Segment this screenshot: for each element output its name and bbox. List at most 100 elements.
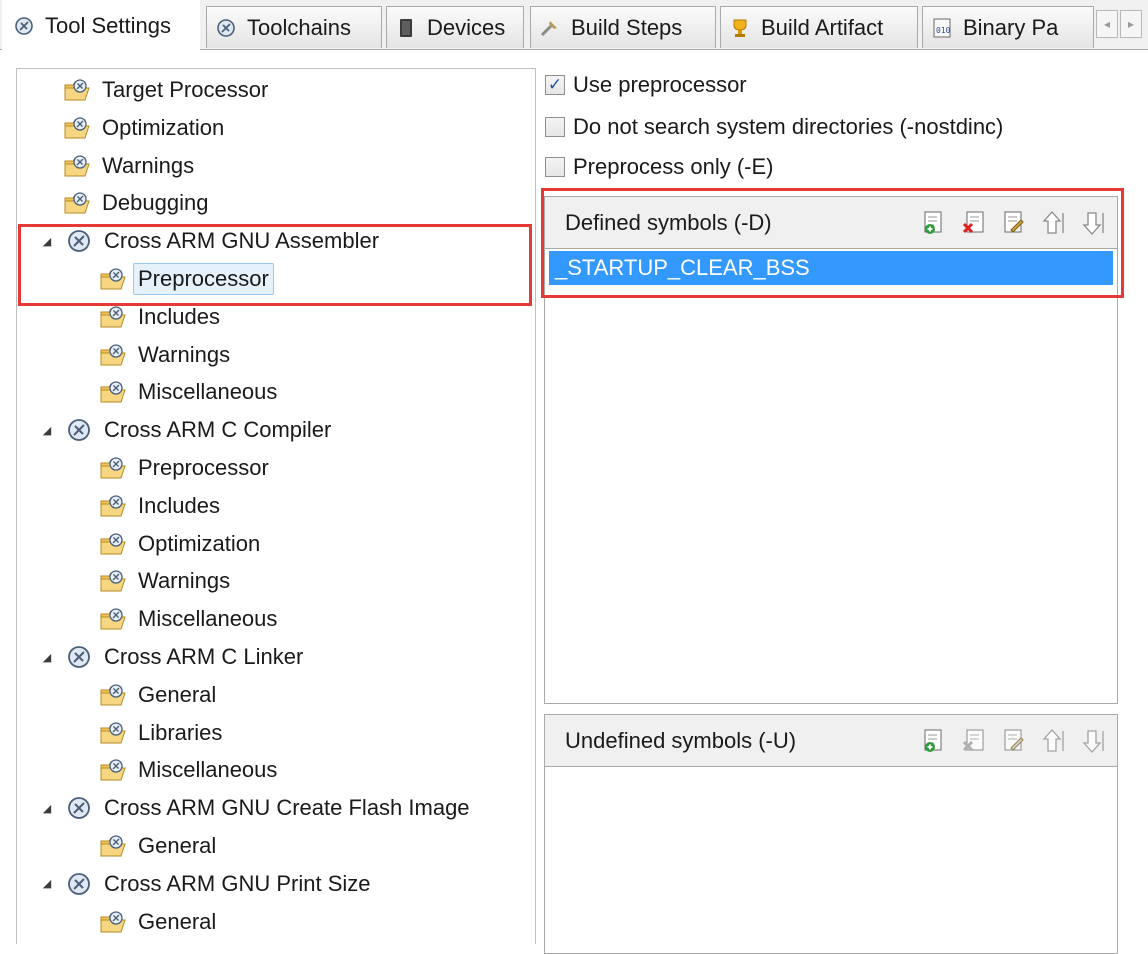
tree-node-category[interactable]: Libraries [99,716,227,750]
tab-label: Build Steps [571,14,683,40]
defined-symbols-panel: Defined symbols (-D) _STARTUP_CLEAR_BSS [544,196,1118,704]
svg-text:010: 010 [936,26,951,35]
tree-node-tool[interactable]: ◢ Cross ARM GNU Assembler [41,224,384,258]
folder-tool-icon [99,492,127,520]
move-up-button[interactable] [1041,727,1067,755]
move-down-button[interactable] [1081,727,1107,755]
checkbox-checked[interactable]: ✓ [545,75,565,95]
option-checkbox-row[interactable]: Preprocess only (-E) [545,152,774,182]
tab-build-steps[interactable]: Build Steps [530,6,716,48]
tree-node-tool[interactable]: ◢ Cross ARM GNU Create Flash Image [41,791,475,825]
tool-gear-icon [65,227,93,255]
toolchains-icon [215,17,237,39]
expand-toggle-icon[interactable]: ◢ [41,651,53,664]
tree-node-tool[interactable]: ◢ Cross ARM C Linker [41,640,308,674]
add-button[interactable] [921,209,947,237]
tree-node-label: Includes [138,303,220,329]
tree-node-category[interactable]: Includes [99,489,225,523]
tree-node-category[interactable]: Warnings [63,149,199,183]
edit-icon [1001,727,1027,755]
edit-button[interactable] [1001,727,1027,755]
option-checkbox-row[interactable]: Do not search system directories (-nostd… [545,112,1003,142]
edit-button[interactable] [1001,209,1027,237]
build-artifact-icon [729,17,751,39]
binary-parsers-icon: 010 [931,17,953,39]
tree-node-category[interactable]: Debugging [63,186,213,220]
tree-node-label: Cross ARM C Linker [104,644,304,669]
tree-node-category[interactable]: Optimization [63,111,229,145]
move-down-button[interactable] [1081,209,1107,237]
tree-node-label: Debugging [102,190,209,216]
list-item[interactable]: _STARTUP_CLEAR_BSS [549,251,1113,285]
folder-tool-icon [63,152,91,180]
delete-button[interactable] [961,209,987,237]
tab-label: Binary Pa [963,14,1059,40]
folder-tool-icon [63,189,91,217]
expand-toggle-icon[interactable]: ◢ [41,802,53,815]
tree-node-category[interactable]: General [99,829,221,863]
tree-node-category[interactable]: Preprocessor [99,451,274,485]
expand-toggle-icon[interactable]: ◢ [41,877,53,890]
tool-settings-icon [13,15,35,37]
move-down-icon [1081,209,1107,237]
tree-node-label: Cross ARM C Compiler [104,417,332,443]
tree-node-category[interactable]: General [99,905,221,939]
tool-gear-icon [65,794,93,822]
tree-node-category[interactable]: General [99,678,221,712]
tree-node-category[interactable]: Optimization [99,527,265,561]
folder-tool-icon [99,756,127,784]
tree-node-label: Miscellaneous [138,606,278,632]
add-button[interactable] [921,727,947,755]
delete-button[interactable] [961,727,987,755]
tab-toolchains[interactable]: Toolchains [206,6,382,48]
folder-tool-icon [99,832,127,860]
tree-node-label: Optimization [102,114,225,140]
tab-scroll-left-button[interactable]: ◂ [1096,10,1118,38]
defined-symbols-title: Defined symbols (-D) [565,209,772,235]
tree-node-category[interactable]: Miscellaneous [99,375,282,409]
delete-icon [961,727,987,755]
tree-node-tool[interactable]: ◢ Cross ARM GNU Print Size [41,867,376,901]
folder-tool-icon [99,341,127,369]
folder-tool-icon [99,530,127,558]
tab-build-artifact[interactable]: Build Artifact [720,6,918,48]
tree-node-label: Includes [138,492,220,518]
option-label: Preprocess only (-E) [573,154,774,179]
tree-node-tool[interactable]: ◢ Cross ARM C Compiler [41,413,336,447]
folder-tool-icon [99,681,127,709]
tool-gear-icon [65,416,93,444]
tab-devices[interactable]: Devices [386,6,524,48]
delete-icon [961,209,987,237]
undefined-symbols-header: Undefined symbols (-U) [545,715,1117,767]
move-up-icon [1041,727,1067,755]
edit-icon [1001,209,1027,237]
tab-binary-pa[interactable]: 010 Binary Pa [922,6,1094,48]
expand-toggle-icon[interactable]: ◢ [41,424,53,437]
tree-node-label: General [138,833,217,858]
move-up-button[interactable] [1041,209,1067,237]
folder-tool-icon [63,114,91,142]
checkbox-unchecked[interactable] [545,117,565,137]
checkbox-unchecked[interactable] [545,157,565,177]
move-down-icon [1081,727,1107,755]
tree-node-category[interactable]: Miscellaneous [99,753,282,787]
tree-node-category[interactable]: Warnings [99,338,235,372]
tree-node-category[interactable]: Includes [99,300,225,334]
tab-label: Toolchains [247,14,351,40]
tree-node-label: Cross ARM GNU Assembler [104,228,380,254]
tool-gear-icon [65,870,93,898]
expand-toggle-icon[interactable]: ◢ [41,235,53,248]
tab-label: Devices [427,14,506,40]
tree-node-label: Target Processor [102,77,269,102]
tab-tool-settings[interactable]: Tool Settings [2,0,200,50]
tree-node-category[interactable]: Warnings [99,564,235,598]
option-label: Do not search system directories (-nostd… [573,114,1004,139]
tree-node-category[interactable]: Preprocessor [99,262,274,296]
tree-node-category[interactable]: Miscellaneous [99,602,282,636]
move-up-icon [1041,209,1067,237]
tree-node-label: General [138,908,217,934]
folder-tool-icon [99,908,127,936]
tab-scroll-right-button[interactable]: ▸ [1120,10,1142,38]
tree-node-category[interactable]: Target Processor [63,73,273,107]
option-checkbox-row[interactable]: ✓ Use preprocessor [545,70,747,100]
